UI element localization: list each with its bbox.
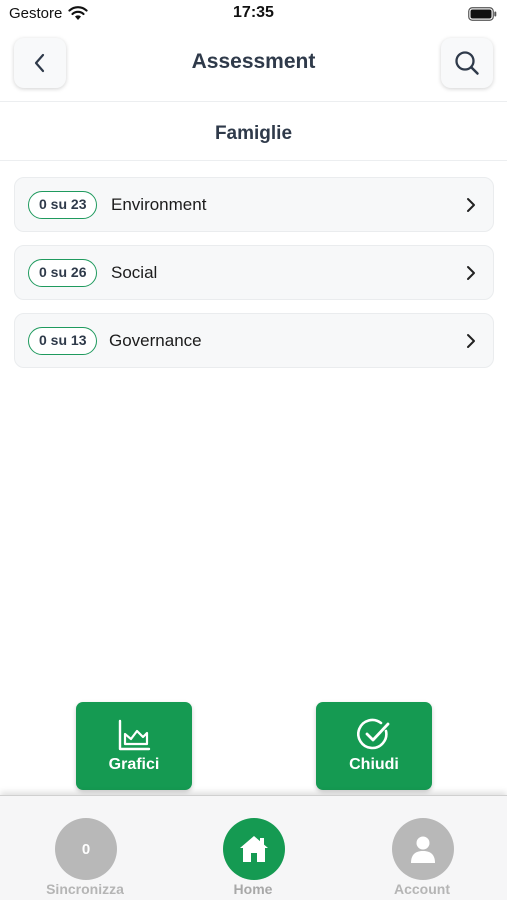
section-header: Famiglie xyxy=(0,103,507,161)
family-label: Social xyxy=(111,263,158,282)
sync-count: 0 xyxy=(81,840,91,858)
tab-label: Home xyxy=(233,881,273,897)
chiudi-button[interactable]: Chiudi xyxy=(316,702,432,790)
tab-label: Account xyxy=(394,881,450,897)
chevron-right-icon xyxy=(467,198,475,212)
family-label: Environment xyxy=(111,195,207,214)
home-circle xyxy=(223,818,285,880)
check-circle-icon xyxy=(357,718,390,750)
tab-account[interactable]: Account xyxy=(362,818,482,898)
bottom-tab-bar: 0 Sincronizza Home Account xyxy=(0,795,507,900)
progress-badge: 0 su 13 xyxy=(28,327,98,355)
home-icon xyxy=(240,836,268,862)
grafici-button[interactable]: Grafici xyxy=(76,702,192,790)
clock: 17:35 xyxy=(233,4,274,21)
page-title: Assessment xyxy=(191,50,316,73)
section-title: Famiglie xyxy=(214,123,293,144)
family-item-social[interactable]: 0 su 26 Social xyxy=(14,245,494,300)
account-circle xyxy=(392,818,454,880)
user-icon xyxy=(411,836,435,863)
status-bar: Gestore 17:35 xyxy=(0,0,507,30)
family-item-environment[interactable]: 0 su 23 Environment xyxy=(14,177,494,232)
grafici-label: Grafici xyxy=(108,756,160,773)
chevron-right-icon xyxy=(467,334,475,348)
search-icon xyxy=(455,51,479,75)
tab-sincronizza[interactable]: 0 Sincronizza xyxy=(25,818,145,898)
tab-home[interactable]: Home xyxy=(193,818,313,898)
progress-badge: 0 su 26 xyxy=(28,259,98,287)
search-button[interactable] xyxy=(441,38,493,88)
progress-badge: 0 su 23 xyxy=(28,191,98,219)
tab-label: Sincronizza xyxy=(46,881,124,897)
sync-count-badge: 0 xyxy=(55,818,117,880)
family-item-governance[interactable]: 0 su 13 Governance xyxy=(14,313,494,368)
family-label: Governance xyxy=(109,331,202,350)
header: Assessment xyxy=(0,30,507,102)
chiudi-label: Chiudi xyxy=(349,756,399,773)
battery-icon xyxy=(468,7,497,21)
chevron-right-icon xyxy=(467,266,475,280)
families-list: 0 su 23 Environment 0 su 26 Social 0 su … xyxy=(14,177,494,381)
chart-icon xyxy=(118,719,151,751)
